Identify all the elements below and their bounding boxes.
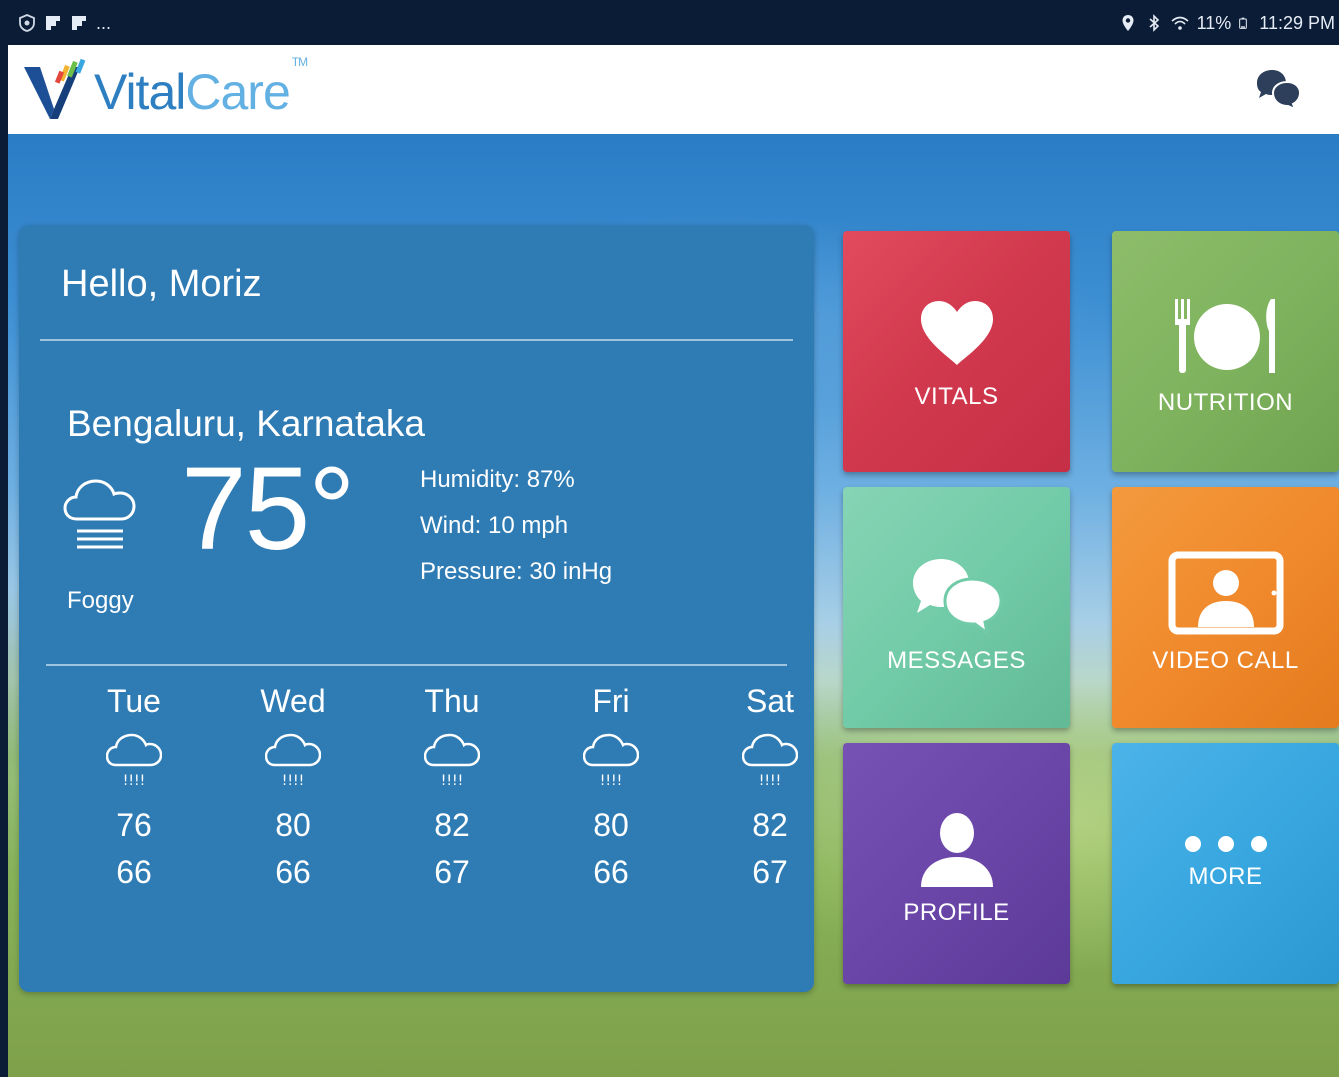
battery-icon	[1239, 17, 1248, 29]
forecast-day: Thu !!!! 82 67	[377, 683, 527, 891]
plate-and-utensils-icon	[1174, 299, 1275, 373]
greeting: Hello, Moriz	[61, 263, 262, 305]
forecast-low: 66	[116, 854, 152, 890]
fog-icon	[63, 479, 136, 549]
status-bar: ... 11% 11:29 PM	[8, 0, 1339, 45]
forecast-day-name: Thu	[424, 683, 480, 719]
humidity: Humidity: 87%	[420, 466, 575, 493]
vitalcare-logo-icon	[24, 58, 86, 119]
tile-label: VIDEO CALL	[1152, 647, 1299, 674]
forecast-day: Sat !!!! 82 67	[695, 683, 845, 891]
rain-icon: !!!!	[424, 733, 480, 789]
weather-card: Hello, Moriz Bengaluru, Karnataka 75° Fo…	[19, 225, 814, 992]
forecast-day: Fri !!!! 80 66	[536, 683, 686, 891]
current-temperature: 75°	[181, 443, 355, 575]
status-overflow: ...	[96, 13, 112, 33]
svg-text:!!!!: !!!!	[759, 773, 781, 789]
clock: 11:29 PM	[1259, 13, 1335, 33]
vitalcare-wordmark: VitalCareTM	[94, 55, 308, 120]
vitalcare-logo: VitalCareTM	[20, 55, 308, 123]
tile-profile[interactable]: PROFILE	[843, 743, 1070, 984]
video-call-icon	[1168, 551, 1283, 635]
heart-icon	[920, 301, 993, 365]
wifi-icon	[1171, 16, 1189, 30]
rain-icon: !!!!	[265, 733, 321, 789]
forecast-high: 82	[434, 807, 470, 843]
device-frame: ... 11% 11:29 PM VitalCareTM Hello, Mori…	[0, 0, 1339, 1077]
forecast-low: 66	[275, 854, 311, 890]
app-header: VitalCareTM	[8, 45, 1339, 134]
weather-details: Humidity: 87% Wind: 10 mph Pressure: 30 …	[420, 457, 612, 595]
forecast-low: 66	[593, 854, 629, 890]
weather-condition: Foggy	[67, 587, 134, 614]
tile-label: NUTRITION	[1157, 389, 1294, 416]
svg-text:!!!!: !!!!	[441, 773, 463, 789]
forecast-high: 76	[116, 807, 152, 843]
forecast-day-name: Wed	[260, 683, 326, 719]
chat-bubbles-icon[interactable]	[1253, 67, 1303, 111]
divider	[46, 664, 787, 666]
forecast-high: 82	[752, 807, 788, 843]
forecast-high: 80	[593, 807, 629, 843]
battery-percentage: 11%	[1196, 13, 1232, 33]
dashboard: Hello, Moriz Bengaluru, Karnataka 75° Fo…	[8, 134, 1339, 1077]
forecast-day: Wed !!!! 80 66	[218, 683, 368, 891]
more-dots-icon	[1184, 836, 1267, 852]
forecast-low: 67	[434, 854, 470, 890]
forecast-high: 80	[275, 807, 311, 843]
weather-location: Bengaluru, Karnataka	[67, 403, 425, 444]
pressure: Pressure: 30 inHg	[420, 558, 613, 585]
forecast-low: 67	[752, 854, 788, 890]
svg-text:!!!!: !!!!	[282, 773, 304, 789]
flipboard-icon	[46, 16, 60, 30]
divider	[40, 339, 793, 341]
tile-nutrition[interactable]: NUTRITION	[1112, 231, 1339, 472]
rain-icon: !!!!	[583, 733, 639, 789]
forecast-day-name: Sat	[745, 683, 795, 719]
person-icon	[920, 813, 993, 887]
svg-text:!!!!: !!!!	[123, 773, 145, 789]
tile-label: PROFILE	[903, 899, 1010, 926]
forecast-day-name: Fri	[592, 683, 630, 719]
forecast-day: Tue !!!! 76 66	[59, 683, 209, 891]
tile-label: VITALS	[914, 383, 999, 410]
logo-trademark: TM	[291, 55, 308, 69]
tile-label: MESSAGES	[887, 647, 1026, 674]
shield-icon	[19, 14, 35, 32]
tile-label: MORE	[1188, 863, 1263, 890]
logo-care-text: Care	[185, 64, 290, 120]
bluetooth-icon	[1149, 14, 1159, 32]
chat-bubbles-icon	[912, 559, 1003, 637]
wind: Wind: 10 mph	[420, 512, 569, 539]
logo-vital-text: Vital	[94, 64, 186, 120]
rain-icon: !!!!	[106, 733, 162, 789]
rain-icon: !!!!	[742, 733, 798, 789]
status-bar-notifications: ...	[18, 14, 111, 32]
tile-messages[interactable]: MESSAGES	[843, 487, 1070, 728]
location-pin-icon	[1122, 15, 1134, 31]
forecast: Tue !!!! 76 66 Wed !!!! 80 66 Thu !!!! 8…	[39, 683, 799, 913]
forecast-day-name: Tue	[107, 683, 161, 719]
tile-more[interactable]: MORE	[1112, 743, 1339, 984]
flipboard-icon-2	[72, 16, 86, 30]
tile-video-call[interactable]: VIDEO CALL	[1112, 487, 1339, 728]
status-bar-system: 11% 11:29 PM	[1119, 14, 1335, 32]
svg-text:!!!!: !!!!	[600, 773, 622, 789]
tile-vitals[interactable]: VITALS	[843, 231, 1070, 472]
